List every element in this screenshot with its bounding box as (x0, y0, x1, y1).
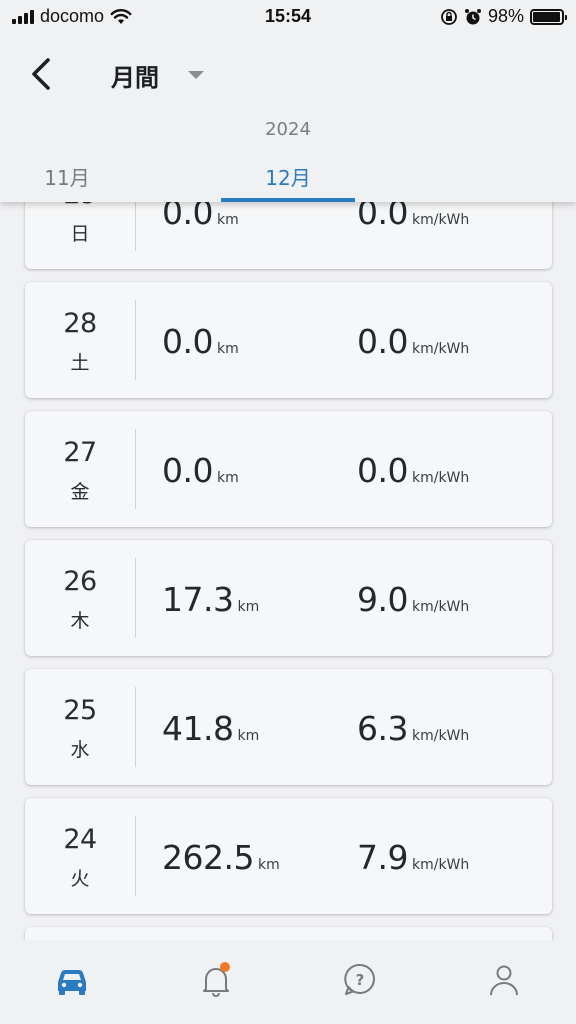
date-column: 25 水 (25, 669, 135, 785)
day-number: 27 (63, 437, 97, 468)
efficiency-number: 0.0 (357, 322, 408, 361)
battery-icon (530, 8, 567, 25)
day-card[interactable]: 24 火 262.5 km 7.9 km/kWh (25, 798, 552, 914)
day-number: 28 (63, 308, 97, 339)
distance-unit: km (216, 212, 239, 228)
efficiency-number: 6.3 (357, 709, 408, 748)
svg-text:?: ? (356, 971, 365, 989)
divider (135, 429, 136, 509)
divider (135, 558, 136, 638)
weekday-label: 土 (70, 352, 90, 374)
distance-value: 0.0 km (162, 451, 239, 490)
day-card[interactable]: 25 水 41.8 km 6.3 km/kWh (25, 669, 552, 785)
distance-number: 17.3 (162, 580, 234, 619)
date-column: 24 火 (25, 798, 135, 914)
efficiency-number: 9.0 (357, 580, 408, 619)
back-icon[interactable] (26, 54, 62, 94)
distance-number: 41.8 (162, 709, 234, 748)
distance-number: 0.0 (162, 451, 213, 490)
day-card[interactable]: 27 金 0.0 km 0.0 km/kWh (25, 411, 552, 527)
weekday-label: 木 (70, 610, 90, 632)
day-card[interactable]: 26 木 17.3 km 9.0 km/kWh (25, 540, 552, 656)
day-number: 25 (63, 695, 97, 726)
date-column: 28 土 (25, 282, 135, 398)
distance-number: 262.5 (162, 838, 254, 877)
dropdown-icon[interactable] (187, 70, 205, 80)
year-label: 2024 (265, 119, 311, 140)
header: 月間 2024 11月 12月 (0, 34, 576, 202)
efficiency-unit: km/kWh (411, 212, 470, 228)
battery-percent: 98% (487, 6, 524, 26)
efficiency-value: 7.9 km/kWh (357, 838, 469, 877)
weekday-label: 金 (70, 481, 90, 503)
distance-unit: km (216, 470, 239, 486)
orientation-lock-icon (441, 8, 457, 25)
tab-november[interactable]: 11月 (22, 162, 112, 191)
efficiency-unit: km/kWh (411, 470, 470, 486)
tab-indicator (221, 198, 355, 202)
efficiency-unit: km/kWh (411, 341, 470, 357)
efficiency-number: 0.0 (357, 451, 408, 490)
user-icon[interactable] (484, 960, 524, 1000)
distance-value: 17.3 km (162, 580, 259, 619)
date-column: 26 木 (25, 540, 135, 656)
status-bar: docomo 15:54 98% (0, 0, 576, 34)
tab-december[interactable]: 12月 (221, 162, 355, 191)
notifications-button[interactable] (196, 960, 236, 1000)
help-icon[interactable]: ? (340, 960, 380, 1000)
divider (135, 300, 136, 380)
distance-number: 0.0 (162, 322, 213, 361)
period-title[interactable]: 月間 (111, 58, 159, 93)
alarm-icon (464, 8, 481, 24)
efficiency-unit: km/kWh (411, 857, 470, 873)
distance-value: 0.0 km (162, 322, 239, 361)
efficiency-value: 0.0 km/kWh (357, 322, 469, 361)
efficiency-value: 6.3 km/kWh (357, 709, 469, 748)
bell-icon (203, 968, 229, 997)
divider (135, 816, 136, 896)
date-column: 27 金 (25, 411, 135, 527)
distance-value: 262.5 km (162, 838, 280, 877)
distance-value: 41.8 km (162, 709, 259, 748)
weekday-label: 火 (70, 868, 90, 890)
efficiency-value: 0.0 km/kWh (357, 451, 469, 490)
efficiency-unit: km/kWh (411, 599, 470, 615)
bottom-nav: ? (0, 940, 576, 1024)
day-card[interactable]: 28 土 0.0 km 0.0 km/kWh (25, 282, 552, 398)
distance-unit: km (257, 857, 280, 873)
distance-unit: km (237, 599, 260, 615)
day-number: 24 (63, 824, 97, 855)
divider (135, 687, 136, 767)
status-right: 98% (440, 6, 567, 27)
distance-unit: km (237, 728, 260, 744)
distance-unit: km (216, 341, 239, 357)
car-icon[interactable] (52, 960, 92, 1000)
weekday-label: 水 (70, 739, 90, 761)
efficiency-unit: km/kWh (411, 728, 470, 744)
day-number: 26 (63, 566, 97, 597)
efficiency-number: 7.9 (357, 838, 408, 877)
efficiency-value: 9.0 km/kWh (357, 580, 469, 619)
weekday-label: 日 (70, 223, 90, 245)
notification-badge (220, 962, 230, 972)
